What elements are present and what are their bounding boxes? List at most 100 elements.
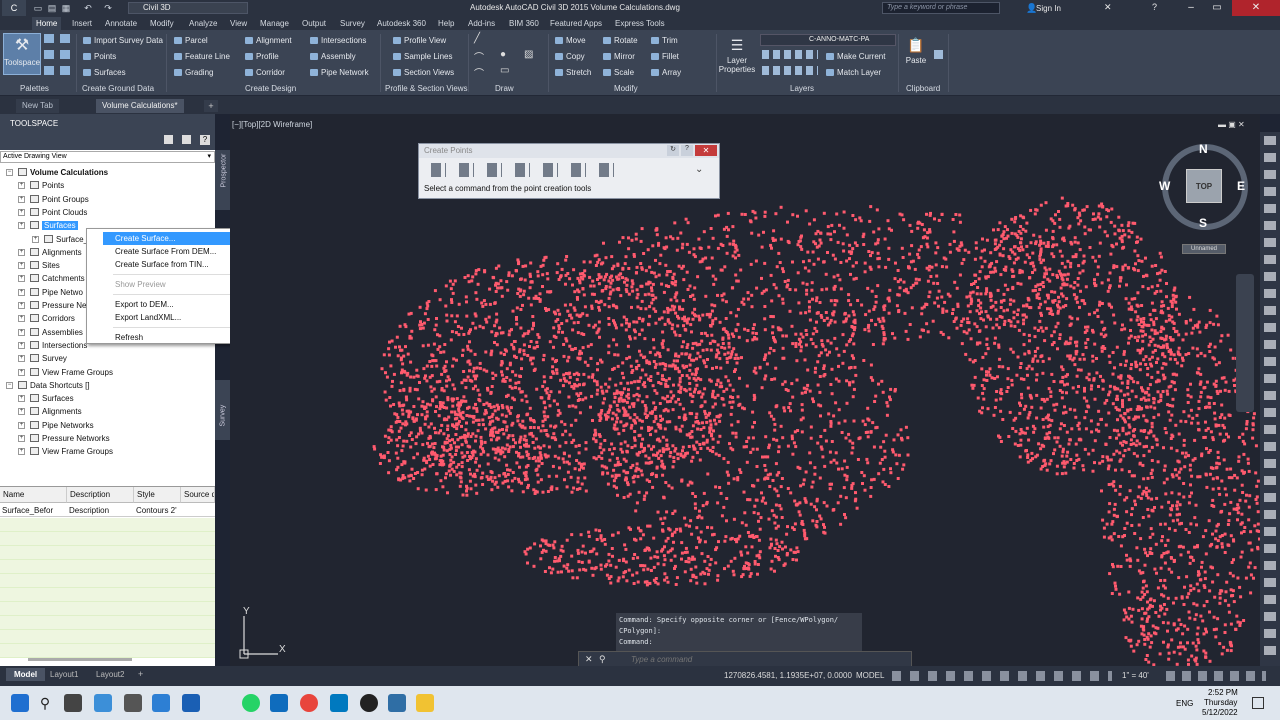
notification-icon[interactable]	[1252, 697, 1264, 709]
menu-item-export-dem[interactable]: Export to DEM...	[87, 298, 239, 311]
undo-icon[interactable]: ↶	[82, 2, 94, 14]
workspace-select[interactable]: Civil 3D	[128, 2, 248, 14]
navcube-top-face[interactable]: TOP	[1186, 169, 1222, 203]
tree-expander[interactable]: +	[18, 288, 25, 296]
tree-expander[interactable]: +	[18, 435, 25, 442]
tab-help[interactable]: Help	[434, 17, 458, 30]
parcel-button[interactable]: Parcel	[174, 34, 208, 47]
tab-add-ins[interactable]: Add-ins	[464, 17, 499, 30]
compass-west[interactable]: W	[1159, 179, 1170, 193]
points-button[interactable]: Points	[83, 50, 116, 63]
hatch-icon[interactable]: ▨	[524, 49, 533, 60]
layer-dropdown[interactable]: C-ANNO-MATC-PA	[760, 34, 896, 46]
tree-expander[interactable]: +	[18, 222, 25, 230]
menu-item-refresh[interactable]: Refresh	[87, 331, 239, 344]
palette-icon[interactable]	[60, 66, 70, 75]
tab-view[interactable]: View	[226, 17, 251, 30]
tree-item[interactable]: Pressure Networks	[30, 432, 110, 445]
palette-icon[interactable]	[44, 34, 54, 43]
tab-bim-360[interactable]: BIM 360	[505, 17, 543, 30]
ts-tool-icon[interactable]	[164, 135, 173, 144]
intersections-button[interactable]: Intersections	[310, 34, 366, 47]
tree-item[interactable]: Volume Calculations	[18, 166, 108, 179]
maximize-button[interactable]: ▭	[1204, 0, 1230, 16]
help-icon[interactable]: ?	[1152, 2, 1157, 12]
help-icon[interactable]: ?	[681, 145, 693, 156]
tab-layout1[interactable]: Layout1	[50, 670, 78, 679]
coordinates-readout[interactable]: 1270826.4581, 1.1935E+07, 0.0000	[724, 671, 852, 680]
autocad-icon[interactable]	[388, 694, 406, 712]
doc-tab-volume-calculations[interactable]: Volume Calculations*	[96, 99, 184, 113]
column-header-source[interactable]: Source d	[181, 487, 215, 503]
viewport-window-controls[interactable]: ▬ ▣ ✕	[1218, 120, 1245, 129]
tree-expander[interactable]: +	[18, 275, 25, 283]
menu-item-create-surface-tin[interactable]: Create Surface from TIN...	[87, 258, 239, 271]
tree-item[interactable]: View Frame Groups	[30, 366, 113, 379]
tree-item[interactable]: Survey	[30, 352, 67, 365]
tree-expander[interactable]: +	[18, 395, 25, 403]
palette-icon[interactable]	[60, 34, 70, 43]
feature-line-button[interactable]: Feature Line	[174, 50, 230, 63]
tree-expander[interactable]: +	[18, 341, 25, 349]
search-icon[interactable]: ⚲	[599, 654, 606, 665]
tree-expander[interactable]: +	[18, 421, 25, 429]
help-search-input[interactable]: Type a keyword or phrase	[882, 2, 1000, 14]
tree-expander[interactable]: +	[18, 355, 25, 363]
widgets-icon[interactable]	[94, 694, 112, 712]
tree-item[interactable]: Catchments	[30, 272, 85, 285]
palette-icon[interactable]	[44, 50, 54, 59]
match-layer-button[interactable]: Match Layer	[826, 66, 881, 79]
section-views-button[interactable]: Section Views	[393, 66, 454, 79]
create-ground-data-title[interactable]: Create Ground Data	[82, 83, 154, 95]
grid-scrollbar[interactable]	[28, 658, 132, 661]
clock-day[interactable]: Thursday	[1204, 698, 1237, 707]
tree-item[interactable]: Intersections	[30, 339, 87, 352]
tab-express-tools[interactable]: Express Tools	[611, 17, 669, 30]
tree-item[interactable]: Pipe Netwo	[30, 286, 83, 299]
palettes-panel-title[interactable]: Palettes	[20, 83, 49, 95]
circle-icon[interactable]: ●	[500, 49, 506, 60]
model-space-toggle[interactable]: MODEL	[856, 671, 884, 680]
surfaces-button[interactable]: Surfaces	[83, 66, 126, 79]
outlook-icon[interactable]	[270, 694, 288, 712]
modify-panel-title[interactable]: Modify	[614, 83, 638, 95]
ts-tool-icon[interactable]	[182, 135, 191, 144]
line-icon[interactable]: ╱	[474, 33, 480, 44]
stretch-button[interactable]: Stretch	[555, 66, 591, 79]
copy-clip-icon[interactable]	[934, 50, 943, 59]
close-icon[interactable]: ✕	[695, 145, 717, 156]
tree-item[interactable]: Point Groups	[30, 193, 89, 206]
tree-item[interactable]: Surfaces	[30, 219, 78, 232]
tree-item[interactable]: Points	[30, 179, 64, 192]
tree-expander[interactable]: +	[18, 262, 25, 270]
tab-analyze[interactable]: Analyze	[185, 17, 221, 30]
polyline-icon[interactable]: ⌒	[474, 49, 484, 64]
menu-item-create-surface-dem[interactable]: Create Surface From DEM...	[87, 245, 239, 258]
tab-home[interactable]: Home	[32, 17, 62, 30]
pipe-network-button[interactable]: Pipe Network	[310, 66, 369, 79]
point-tools-row[interactable]	[431, 163, 621, 177]
tree-expander[interactable]: +	[18, 195, 25, 203]
viewport-controls[interactable]: [−][Top][2D Wireframe]	[232, 120, 312, 129]
layers-panel-title[interactable]: Layers	[790, 83, 814, 95]
tab-featured-apps[interactable]: Featured Apps	[546, 17, 606, 30]
column-header-style[interactable]: Style	[134, 487, 181, 503]
trello-icon[interactable]	[330, 694, 348, 712]
pin-icon[interactable]: ↻	[667, 145, 679, 156]
tree-item[interactable]: Surface_	[44, 233, 88, 246]
palette-icon[interactable]	[60, 50, 70, 59]
tree-item[interactable]: Pipe Networks	[30, 419, 94, 432]
sign-in-link[interactable]: Sign In	[1036, 4, 1061, 13]
tree-expander[interactable]: +	[18, 302, 25, 309]
fillet-button[interactable]: Fillet	[651, 50, 679, 63]
tree-item[interactable]: Pressure Ne	[30, 299, 86, 312]
expand-icon[interactable]: ⌄	[695, 164, 703, 175]
search-icon[interactable]: ⚲	[36, 694, 54, 712]
tree-expander[interactable]: +	[18, 368, 25, 376]
redo-icon[interactable]: ↷	[102, 2, 114, 14]
tree-item[interactable]: Alignments	[30, 405, 82, 418]
tree-item[interactable]: Corridors	[30, 312, 75, 325]
tab-manage[interactable]: Manage	[256, 17, 293, 30]
sample-lines-button[interactable]: Sample Lines	[393, 50, 452, 63]
tree-expander[interactable]: +	[18, 208, 25, 216]
